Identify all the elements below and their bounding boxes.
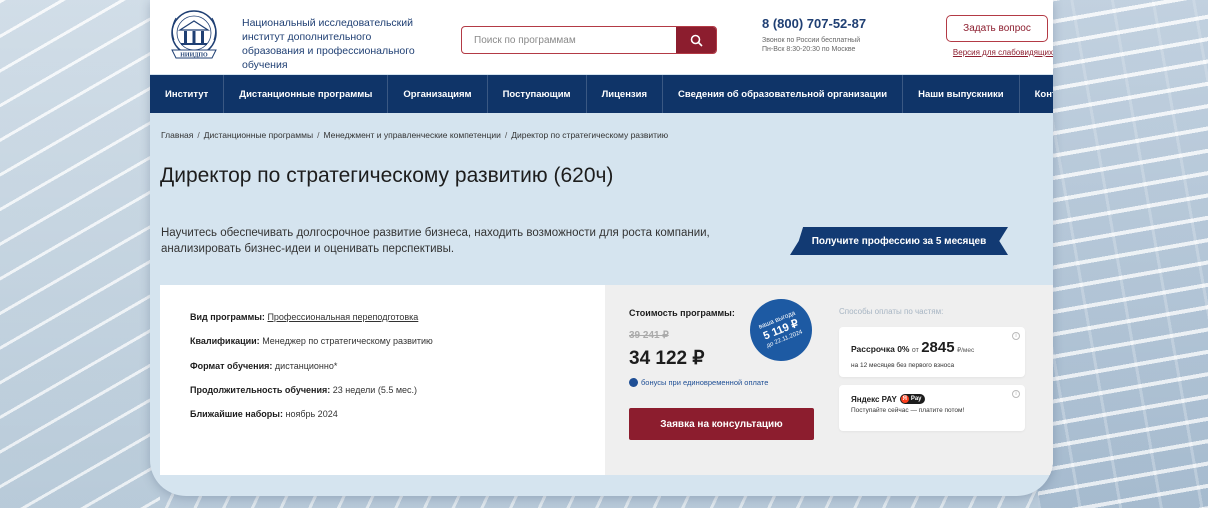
format-value: дистанционно* [274,361,338,371]
duration-value: 23 недели (5.5 мес.) [332,385,418,395]
program-format: Формат обучения: дистанционно* [190,361,337,371]
program-duration: Продолжительность обучения: 23 недели (5… [190,385,417,395]
info-icon[interactable]: i [1012,390,1020,398]
yandex-pay-card[interactable]: i Яндекс PAY Я Pay Поступайте сейчас — п… [839,385,1025,431]
format-label: Формат обучения: [190,361,273,371]
svg-text:НИИДПО: НИИДПО [180,53,208,59]
breadcrumb-separator: / [504,130,508,140]
bonus-icon [629,378,638,387]
installment-plan-name: Рассрочка 0% [851,344,910,354]
search-input[interactable] [462,27,678,53]
cost-label: Стоимость программы: [629,308,735,318]
search-bar [461,26,717,54]
search-button[interactable] [676,27,716,53]
program-card: Вид программы: Профессиональная переподг… [160,285,1053,475]
nav-item-institute[interactable]: Институт [150,75,225,113]
breadcrumb-item-category[interactable]: Менеджмент и управленческие компетенции [323,130,500,140]
info-icon[interactable]: i [1012,332,1020,340]
site-window: НИИДПО Национальный исследовательский ин… [150,0,1053,496]
installment-plan-card[interactable]: i Рассрочка 0% от 2845 ₽/мес на 12 месяц… [839,327,1025,377]
low-vision-link[interactable]: Версия для слабовидящих [935,48,1053,57]
yandex-pay-name: Яндекс PAY [851,394,897,404]
nav-item-graduates[interactable]: Наши выпускники [903,75,1020,113]
nav-item-org-info[interactable]: Сведения об образовательной организации [663,75,904,113]
yandex-pay-logo-text: Pay [910,396,922,402]
breadcrumb-item-home[interactable]: Главная [161,130,193,140]
current-price: 34 122 ₽ [629,348,705,369]
yandex-pay-subtitle: Поступайте сейчас — платите потом! [851,407,965,414]
old-price: 39 241 ₽ [629,330,669,341]
installment-plan-title: Рассрочка 0% от 2845 ₽/мес [851,339,974,356]
phone-note-hours: Пн-Вск 8:30-20:30 по Москве [762,46,856,53]
backdrop-building-left [0,0,160,508]
program-type: Вид программы: Профессиональная переподг… [190,312,418,322]
main-nav: Институт Дистанционные программы Организ… [150,75,1053,113]
phone-number[interactable]: 8 (800) 707-52-87 [762,16,866,31]
breadcrumb-separator: / [197,130,200,140]
institute-logo[interactable]: НИИДПО [164,6,224,64]
breadcrumb-item-distance[interactable]: Дистанционные программы [204,130,313,140]
duration-label: Продолжительность обучения: [190,385,331,395]
program-intake: Ближайшие наборы: ноябрь 2024 [190,409,338,419]
yandex-logo-icon: Я [900,395,909,403]
phone-note-free: Звонок по России бесплатный [762,37,861,44]
promo-ribbon: Получите профессию за 5 месяцев [790,227,1008,255]
program-type-link[interactable]: Профессиональная переподготовка [267,312,418,322]
breadcrumb-separator: / [317,130,320,140]
intake-label: Ближайшие наборы: [190,409,283,419]
breadcrumb: Главная / Дистанционные программы / Менеджме… [161,130,668,140]
search-icon [690,34,703,47]
program-type-label: Вид программы: [190,312,265,322]
installments-label: Способы оплаты по частям: [839,307,944,316]
installment-plan-subtitle: на 12 месяцев без первого взноса [851,362,955,369]
program-qualification: Квалификации: Менеджер по стратегическом… [190,336,433,346]
yandex-pay-logo: Я Pay [899,394,925,404]
pricing-panel: Стоимость программы: 39 241 ₽ 34 122 ₽ в… [605,285,835,475]
page-title: Директор по стратегическому развитию (62… [160,164,614,187]
bonus-text: бонусы при единовременной оплате [641,378,769,387]
intake-value: ноябрь 2024 [285,409,338,419]
breadcrumb-item-current: Директор по стратегическому развитию [511,130,669,140]
qualification-label: Квалификации: [190,336,260,346]
nav-item-distance-programs[interactable]: Дистанционные программы [224,75,389,113]
bonus-link[interactable]: бонусы при единовременной оплате [629,378,768,387]
nav-item-contacts[interactable]: Контакты [1020,75,1053,113]
site-header: НИИДПО Национальный исследовательский ин… [150,0,1053,74]
phone-note: Звонок по России бесплатный Пн-Вск 8:30-… [762,36,932,54]
nav-item-applicants[interactable]: Поступающим [488,75,587,113]
installment-plan-unit: ₽/мес [956,347,975,354]
qualification-value: Менеджер по стратегическому развитию [262,336,433,346]
backdrop-building-right [1038,0,1208,508]
program-details: Вид программы: Профессиональная переподг… [160,285,605,475]
institute-emblem-icon: НИИДПО [171,10,217,59]
page-lead: Научитесь обеспечивать долгосрочное разв… [161,227,710,255]
nav-item-license[interactable]: Лицензия [587,75,664,113]
installment-plan-amount: 2845 [921,339,955,356]
installments-panel: Способы оплаты по частям: i Рассрочка 0%… [835,285,1053,475]
nav-item-organizations[interactable]: Организациям [388,75,488,113]
ask-question-button[interactable]: Задать вопрос [946,15,1048,42]
installment-plan-from: от [911,347,919,354]
yandex-pay-title: Яндекс PAY Я Pay [851,394,925,404]
institute-name[interactable]: Национальный исследовательский институт … [242,16,432,72]
consultation-button[interactable]: Заявка на консультацию [629,408,814,440]
savings-badge: ваша выгода 5 119 ₽ до 22.11.2024 [740,289,822,371]
